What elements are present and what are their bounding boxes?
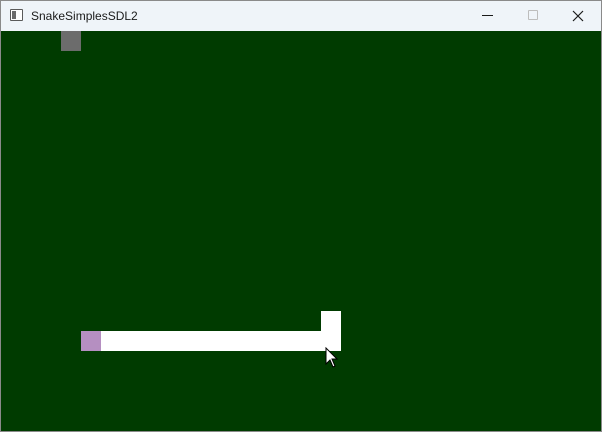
game-board[interactable]	[1, 31, 601, 431]
mouse-pointer-icon	[325, 347, 339, 368]
window-app-icon[interactable]	[10, 9, 23, 21]
snake-body-segment	[101, 331, 341, 351]
snake-tail-segment	[321, 311, 341, 331]
title-bar[interactable]: SnakeSimplesSDL2	[1, 1, 601, 31]
snake-head	[81, 331, 101, 351]
close-icon	[572, 10, 584, 22]
window-title: SnakeSimplesSDL2	[31, 9, 138, 23]
close-button[interactable]	[555, 1, 601, 31]
food-item	[61, 31, 81, 51]
maximize-button[interactable]	[510, 1, 556, 31]
maximize-icon	[528, 10, 538, 20]
minimize-button[interactable]	[464, 1, 510, 31]
game-window: SnakeSimplesSDL2	[0, 0, 602, 432]
minimize-icon	[482, 15, 493, 16]
